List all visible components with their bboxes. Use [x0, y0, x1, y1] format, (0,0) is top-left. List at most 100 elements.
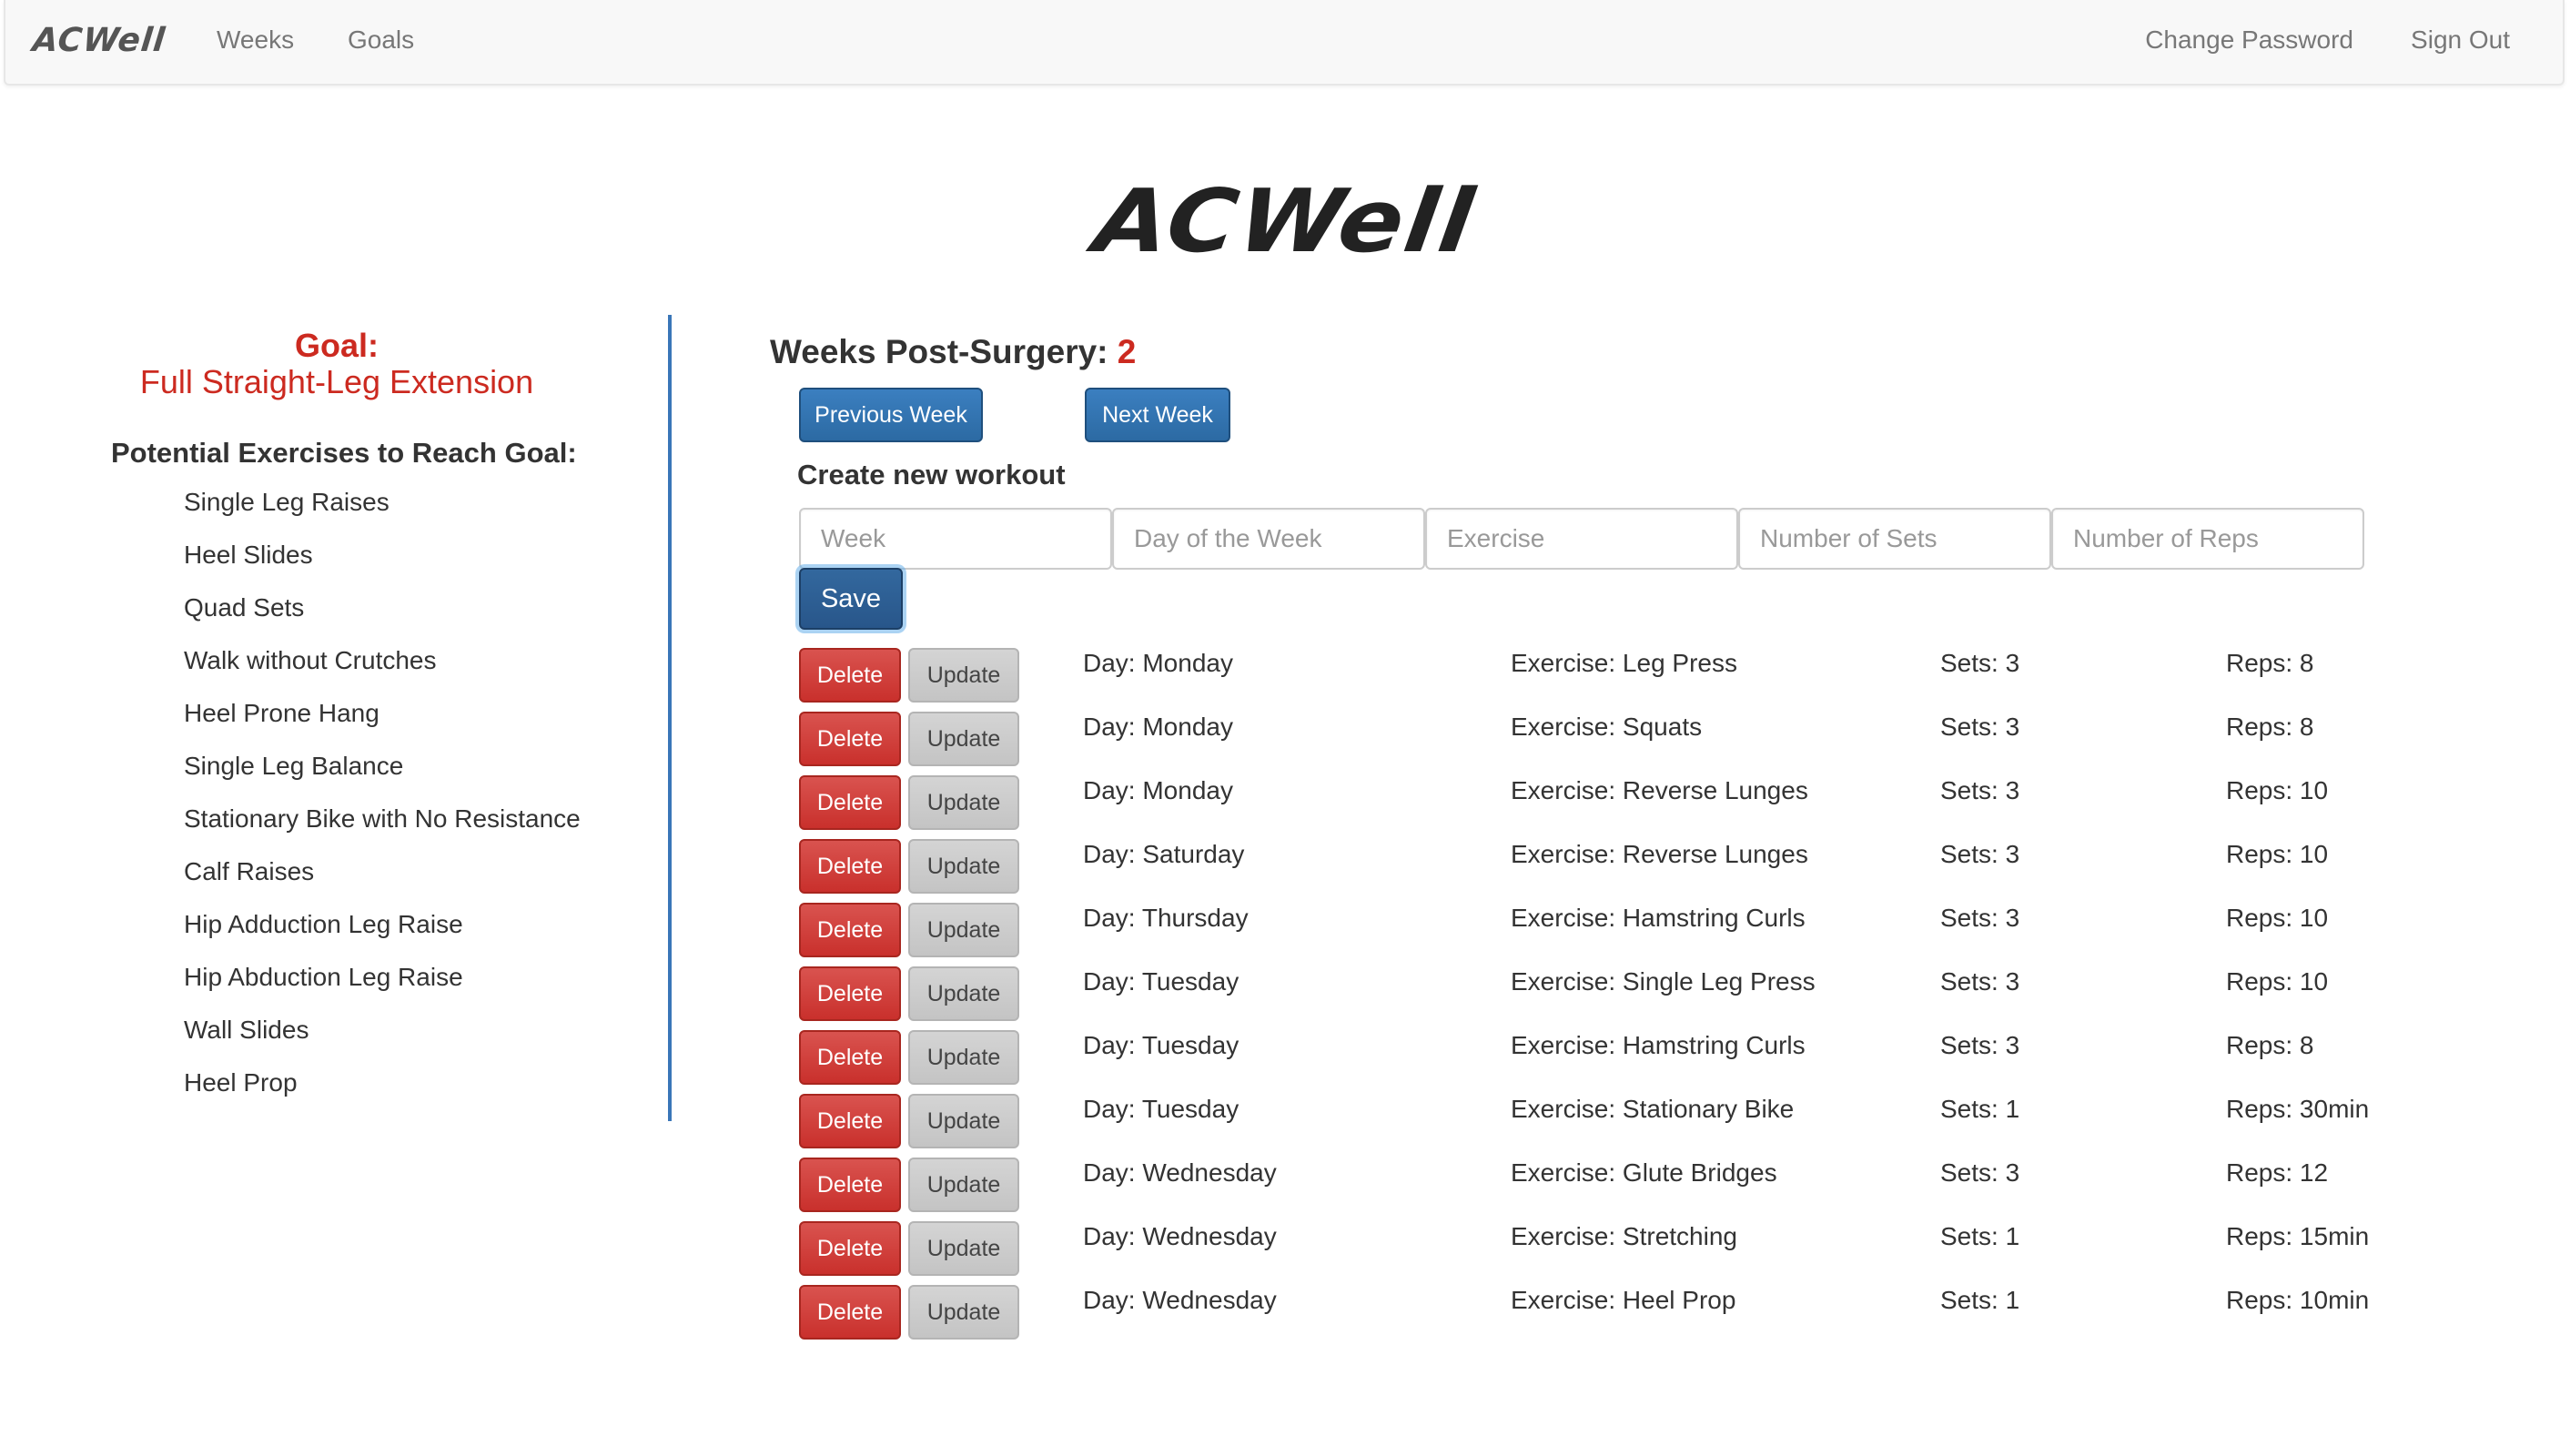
- goal-label: Goal:: [294, 327, 379, 364]
- sign-out-link[interactable]: Sign Out: [2411, 25, 2510, 55]
- brand-logo[interactable]: ACWell: [31, 22, 167, 59]
- delete-button[interactable]: Delete: [799, 648, 901, 703]
- workout-exercise: Exercise: Hamstring Curls: [1511, 1031, 1806, 1059]
- workout-row: Delete Update Day: Tuesday Exercise: Single…: [0, 963, 2570, 1021]
- workout-reps: Reps: 10: [2226, 967, 2329, 996]
- workout-reps: Reps: 30min: [2226, 1095, 2370, 1123]
- number-of-sets-input[interactable]: [1738, 508, 2051, 570]
- weeks-post-surgery-label: Weeks Post-Surgery:: [770, 333, 1108, 370]
- update-button[interactable]: Update: [908, 903, 1019, 957]
- page-title-text: ACWell: [1088, 169, 1482, 273]
- delete-button[interactable]: Delete: [799, 839, 901, 894]
- delete-button[interactable]: Delete: [799, 966, 901, 1021]
- workout-row: Delete Update Day: Wednesday Exercise: Heel…: [0, 1281, 2570, 1340]
- delete-button[interactable]: Delete: [799, 712, 901, 766]
- workout-day: Day: Wednesday: [1083, 1222, 1277, 1250]
- goal-text: Full Straight-Leg Extension: [139, 363, 534, 400]
- update-button[interactable]: Update: [908, 1030, 1019, 1085]
- workout-day: Day: Wednesday: [1083, 1158, 1277, 1187]
- delete-button[interactable]: Delete: [799, 1221, 901, 1276]
- workout-row: Delete Update Day: Wednesday Exercise: Glut…: [0, 1154, 2570, 1212]
- workout-reps: Reps: 8: [2226, 1031, 2314, 1059]
- update-button[interactable]: Update: [908, 1221, 1019, 1276]
- workout-row: Delete Update Day: Monday Exercise: Squats S…: [0, 708, 2570, 766]
- workout-day: Day: Wednesday: [1083, 1286, 1277, 1314]
- workout-row: Delete Update Day: Wednesday Exercise: Stre…: [0, 1218, 2570, 1276]
- weeks-post-surgery-value: 2: [1117, 333, 1137, 370]
- workout-row: Delete Update Day: Monday Exercise: Leg Pre…: [0, 644, 2570, 703]
- potential-exercises-heading: Potential Exercises to Reach Goal:: [111, 437, 577, 469]
- update-button[interactable]: Update: [908, 839, 1019, 894]
- workout-row: Delete Update Day: Monday Exercise: Reverse…: [0, 772, 2570, 830]
- delete-button[interactable]: Delete: [799, 1094, 901, 1148]
- next-week-button[interactable]: Next Week: [1085, 388, 1230, 442]
- workout-row: Delete Update Day: Saturday Exercise: Rever…: [0, 835, 2570, 894]
- number-of-reps-input[interactable]: [2051, 508, 2364, 570]
- workout-reps: Reps: 10: [2226, 776, 2329, 804]
- previous-week-button[interactable]: Previous Week: [799, 388, 983, 442]
- workout-day: Day: Monday: [1083, 713, 1233, 741]
- workout-exercise: Exercise: Heel Prop: [1511, 1286, 1736, 1314]
- workout-day: Day: Tuesday: [1083, 967, 1239, 996]
- workout-day: Day: Tuesday: [1083, 1095, 1239, 1123]
- goal-panel: Goal: Full Straight-Leg Extension Potent…: [0, 327, 673, 1097]
- update-button[interactable]: Update: [908, 648, 1019, 703]
- weeks-post-surgery: Weeks Post-Surgery: 2: [770, 333, 1136, 371]
- workout-sets: Sets: 3: [1940, 649, 2020, 677]
- navbar: ACWell Weeks Goals Change Password Sign …: [4, 0, 2565, 86]
- update-button[interactable]: Update: [908, 966, 1019, 1021]
- workout-exercise: Exercise: Reverse Lunges: [1511, 776, 1808, 804]
- page-title: ACWell: [0, 166, 2570, 277]
- workout-day: Day: Thursday: [1083, 904, 1249, 932]
- exercise-list-item: Single Leg Raises: [184, 488, 390, 516]
- workout-reps: Reps: 15min: [2226, 1222, 2370, 1250]
- nav-weeks-link[interactable]: Weeks: [217, 25, 294, 55]
- workout-reps: Reps: 8: [2226, 649, 2314, 677]
- workout-sets: Sets: 3: [1940, 1158, 2020, 1187]
- delete-button[interactable]: Delete: [799, 1158, 901, 1212]
- workout-row: Delete Update Day: Tuesday Exercise: Statio…: [0, 1090, 2570, 1148]
- create-workout-heading: Create new workout: [797, 459, 1066, 490]
- workout-sets: Sets: 3: [1940, 904, 2020, 932]
- workout-row: Delete Update Day: Thursday Exercise: Hamst…: [0, 899, 2570, 957]
- workout-sets: Sets: 3: [1940, 776, 2020, 804]
- workout-exercise: Exercise: Leg Press: [1511, 649, 1737, 677]
- workout-exercise: Exercise: Squats: [1511, 713, 1703, 741]
- update-button[interactable]: Update: [908, 1285, 1019, 1340]
- workout-sets: Sets: 3: [1940, 713, 2020, 741]
- exercise-input[interactable]: [1425, 508, 1738, 570]
- workout-reps: Reps: 10: [2226, 840, 2329, 868]
- exercise-list-item: Quad Sets: [184, 593, 305, 622]
- workout-reps: Reps: 12: [2226, 1158, 2329, 1187]
- update-button[interactable]: Update: [908, 775, 1019, 830]
- workout-exercise: Exercise: Hamstring Curls: [1511, 904, 1806, 932]
- workout-sets: Sets: 3: [1940, 840, 2020, 868]
- workout-sets: Sets: 3: [1940, 1031, 2020, 1059]
- workout-reps: Reps: 10: [2226, 904, 2329, 932]
- update-button[interactable]: Update: [908, 1158, 1019, 1212]
- workout-day: Day: Monday: [1083, 776, 1233, 804]
- exercise-list-item: Heel Slides: [184, 541, 313, 569]
- delete-button[interactable]: Delete: [799, 903, 901, 957]
- workout-sets: Sets: 3: [1940, 967, 2020, 996]
- workout-sets: Sets: 1: [1940, 1286, 2020, 1314]
- workout-exercise: Exercise: Single Leg Press: [1511, 967, 1816, 996]
- workout-day: Day: Monday: [1083, 649, 1233, 677]
- delete-button[interactable]: Delete: [799, 775, 901, 830]
- workout-reps: Reps: 8: [2226, 713, 2314, 741]
- delete-button[interactable]: Delete: [799, 1285, 901, 1340]
- workout-sets: Sets: 1: [1940, 1222, 2020, 1250]
- day-of-week-input[interactable]: [1112, 508, 1425, 570]
- save-button[interactable]: Save: [799, 568, 903, 630]
- workout-exercise: Exercise: Glute Bridges: [1511, 1158, 1777, 1187]
- workout-row: Delete Update Day: Tuesday Exercise: Hamstr…: [0, 1026, 2570, 1085]
- delete-button[interactable]: Delete: [799, 1030, 901, 1085]
- workout-exercise: Exercise: Stationary Bike: [1511, 1095, 1795, 1123]
- change-password-link[interactable]: Change Password: [2145, 25, 2353, 55]
- workout-reps: Reps: 10min: [2226, 1286, 2370, 1314]
- workout-exercise: Exercise: Stretching: [1511, 1222, 1737, 1250]
- nav-goals-link[interactable]: Goals: [348, 25, 414, 55]
- update-button[interactable]: Update: [908, 1094, 1019, 1148]
- week-input[interactable]: [799, 508, 1112, 570]
- update-button[interactable]: Update: [908, 712, 1019, 766]
